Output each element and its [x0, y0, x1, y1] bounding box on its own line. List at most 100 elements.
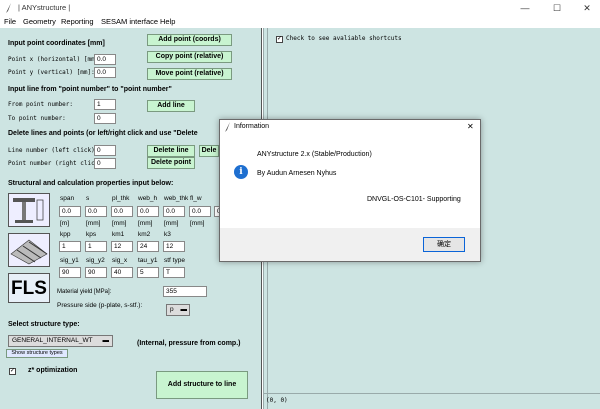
shortcuts-label: Check to see avaliable shortcuts — [286, 35, 402, 42]
delete-line-label: Line number (left click): — [8, 147, 99, 154]
to-point-input[interactable]: 0 — [94, 113, 116, 124]
hdr-sig-x: sig_x — [112, 257, 128, 264]
structure-type-select[interactable]: GENERAL_INTERNAL_WT ▬ — [8, 335, 113, 347]
delete-line-button[interactable]: Delete line — [147, 145, 195, 157]
info-icon: i — [234, 165, 248, 179]
dialog-title: Information — [234, 123, 270, 130]
dialog-line-3: DNVGL-OS-C101- Supporting — [367, 196, 461, 203]
from-point-label: From point number: — [8, 101, 74, 108]
stiffener-section-icon[interactable] — [8, 193, 50, 227]
window-titlebar: | ANYstructure | — ☐ ✕ — [0, 0, 600, 16]
delete-point-button[interactable]: Delete point — [147, 157, 195, 169]
dialog-body: i ANYstructure 2.x (Stable/Production) B… — [220, 134, 480, 228]
pl-thk-input[interactable]: 0.0 — [111, 206, 133, 217]
menu-geometry[interactable]: Geometry — [23, 17, 56, 26]
delete-point-input[interactable]: 0 — [94, 158, 116, 169]
maximize-button[interactable]: ☐ — [542, 0, 572, 16]
canvas-coords: (0, 0) — [266, 397, 288, 404]
hdr-stf-type: stf type — [164, 257, 185, 264]
unit-web-h: [mm] — [138, 220, 153, 227]
menu-reporting[interactable]: Reporting — [61, 17, 94, 26]
k3-input[interactable]: 12 — [163, 241, 185, 252]
information-dialog: Information ✕ i ANYstructure 2.x (Stable… — [219, 119, 481, 262]
yield-label: Material yield [MPa]: — [57, 289, 112, 295]
feather-icon — [6, 3, 11, 13]
hdr-kps: kps — [86, 231, 97, 238]
hdr-kpp: kpp — [60, 231, 71, 238]
dialog-line-2: By Audun Arnesen Nyhus — [257, 170, 337, 177]
menu-help[interactable]: Help — [160, 17, 175, 26]
unit-fl-w: [mm] — [190, 220, 205, 227]
span-input[interactable]: 0.0 — [59, 206, 81, 217]
fl-w-input[interactable]: 0.0 — [189, 206, 211, 217]
add-point-button[interactable]: Add point (coords) — [147, 34, 232, 46]
structure-type-value: GENERAL_INTERNAL_WT — [12, 337, 93, 344]
menu-file[interactable]: File — [4, 17, 16, 26]
from-point-input[interactable]: 1 — [94, 99, 116, 110]
pressure-side-label: Pressure side (p-plate, s-stf.): — [57, 302, 143, 309]
s-input[interactable]: 0.0 — [85, 206, 107, 217]
line-heading: Input line from "point number" to "point… — [8, 86, 172, 93]
structure-type-heading: Select structure type: — [8, 321, 80, 328]
z-optimization-checkbox[interactable]: ✓ — [9, 368, 16, 375]
to-point-label: To point number: — [8, 115, 66, 122]
minimize-button[interactable]: — — [510, 0, 540, 16]
delete-heading: Delete lines and points (or left/right c… — [8, 130, 198, 137]
dropdown-indicator-icon: ▬ — [102, 337, 110, 344]
point-y-input[interactable]: 0.0 — [94, 67, 116, 78]
sig-x-input[interactable]: 40 — [111, 267, 133, 278]
dialog-close-icon[interactable]: ✕ — [467, 122, 474, 131]
delete-point-label: Point number (right click): — [8, 160, 106, 167]
hdr-span: span — [60, 195, 75, 202]
hdr-sig-y2: sig_y2 — [86, 257, 105, 264]
tau-y1-input[interactable]: 5 — [137, 267, 159, 278]
fls-label: FLS — [11, 278, 47, 299]
kps-input[interactable]: 1 — [85, 241, 107, 252]
web-thk-input[interactable]: 0.0 — [163, 206, 185, 217]
menu-sesam-interface[interactable]: SESAM interface — [101, 17, 158, 26]
hdr-web-thk: web_thk — [164, 195, 189, 202]
stiffened-panel-icon[interactable] — [8, 233, 50, 267]
copy-point-button[interactable]: Copy point (relative) — [147, 51, 232, 63]
unit-s: [mm] — [86, 220, 101, 227]
show-structure-types-button[interactable]: Show structure types — [6, 349, 68, 358]
kpp-input[interactable]: 1 — [59, 241, 81, 252]
unit-pl-thk: [mm] — [112, 220, 127, 227]
point-heading: Input point coordinates [mm] — [8, 40, 105, 47]
pressure-side-value: p — [170, 306, 174, 313]
sig-y2-input[interactable]: 90 — [85, 267, 107, 278]
dialog-footer: 确定 — [220, 228, 480, 261]
sig-y1-input[interactable]: 90 — [59, 267, 81, 278]
close-button[interactable]: ✕ — [572, 0, 600, 16]
add-line-button[interactable]: Add line — [147, 100, 195, 112]
move-point-button[interactable]: Move point (relative) — [147, 68, 232, 80]
z-optimization-label: z* optimization — [28, 367, 78, 374]
add-structure-button[interactable]: Add structure to line — [156, 371, 248, 399]
dialog-titlebar: Information ✕ — [220, 120, 480, 134]
shortcuts-checkbox[interactable]: ✓ — [276, 36, 283, 43]
hdr-pl-thk: pl_thk — [112, 195, 130, 202]
pressure-side-select[interactable]: p ▬ — [166, 304, 190, 316]
km1-input[interactable]: 12 — [111, 241, 133, 252]
hdr-web-h: web_h — [138, 195, 158, 202]
unit-span: [m] — [60, 220, 70, 227]
dropdown-indicator-icon: ▬ — [180, 306, 188, 313]
point-x-input[interactable]: 0.0 — [94, 54, 116, 65]
feather-icon — [225, 122, 230, 132]
window-title: | ANYstructure | — [18, 3, 71, 12]
menu-bar: File Geometry Reporting SESAM interface … — [0, 16, 600, 28]
web-h-input[interactable]: 0.0 — [137, 206, 159, 217]
hdr-sig-y1: sig_y1 — [60, 257, 79, 264]
hdr-fl-w: fl_w — [190, 195, 202, 202]
hdr-km2: km2 — [138, 231, 151, 238]
hdr-k3: k3 — [164, 231, 171, 238]
structure-heading: Structural and calculation properties in… — [8, 180, 174, 187]
stf-type-input[interactable]: T — [163, 267, 185, 278]
fls-button[interactable]: FLS — [8, 273, 50, 303]
ok-button[interactable]: 确定 — [423, 237, 465, 252]
delete-line-input[interactable]: 0 — [94, 145, 116, 156]
km2-input[interactable]: 24 — [137, 241, 159, 252]
delete-line-button-2[interactable]: Dele — [199, 145, 219, 157]
unit-web-thk: [mm] — [164, 220, 179, 227]
yield-input[interactable]: 355 — [163, 286, 207, 297]
